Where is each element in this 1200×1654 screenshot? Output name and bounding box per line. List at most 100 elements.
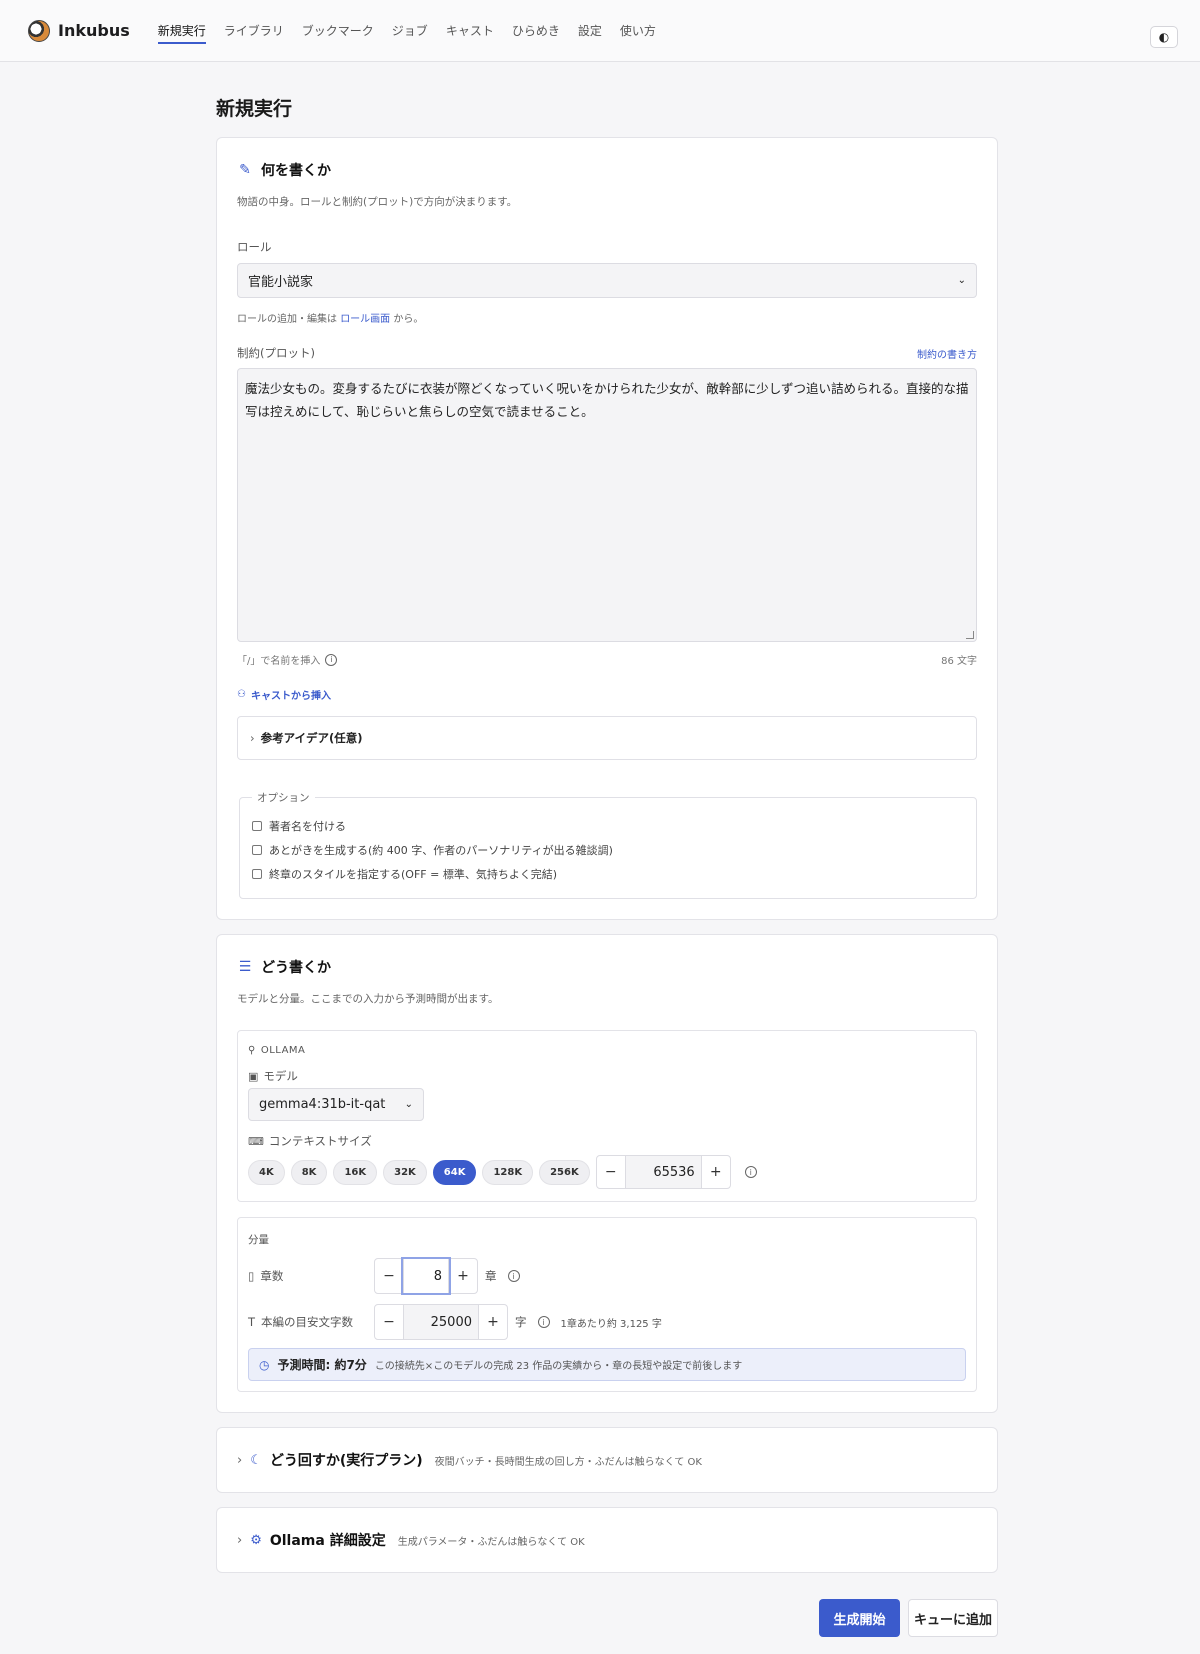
volume-box: 分量 ▯ 章数 − 8 + 章 i T 本編の目安文字数 − 25000 + 字… [237, 1217, 977, 1392]
chars-increment-button[interactable]: + [479, 1305, 507, 1339]
chapters-decrement-button[interactable]: − [375, 1259, 403, 1293]
top-bar: Inkubus 新規実行 ライブラリ ブックマーク ジョブ キャスト ひらめき … [0, 0, 1200, 62]
chip-icon: ▣ [248, 1069, 259, 1083]
nav-new-run[interactable]: 新規実行 [157, 0, 206, 62]
how-desc: モデルと分量。ここまでの入力から予測時間が出ます。 [237, 993, 499, 1005]
checkbox[interactable] [252, 821, 262, 831]
context-pill-4k[interactable]: 4K [248, 1159, 285, 1185]
start-generation-button[interactable]: 生成開始 [819, 1599, 900, 1637]
constraint-label: 制約(プロット) [237, 346, 315, 360]
what-desc: 物語の中身。ロールと制約(プロット)で方向が決まります。 [237, 196, 518, 208]
nav-ideas[interactable]: ひらめき [512, 0, 560, 62]
estimate-time: 予測時間: 約7分 [277, 1358, 367, 1372]
textarea-footer: 「/」で名前を挿入 i 86 文字 [237, 652, 977, 667]
add-to-queue-button[interactable]: キューに追加 [908, 1599, 998, 1637]
chevron-right-icon: › [237, 1452, 243, 1468]
cast-insert-label: キャストから挿入 [250, 691, 331, 702]
info-icon[interactable]: i [507, 1270, 520, 1282]
info-icon[interactable]: i [537, 1316, 550, 1328]
nav-jobs[interactable]: ジョブ [392, 0, 428, 62]
nav-settings[interactable]: 設定 [578, 0, 602, 62]
app-logo[interactable]: Inkubus [28, 19, 130, 42]
option-afterword[interactable]: あとがきを生成する(約 400 字、作者のパーソナリティが出る雑談調) [252, 838, 964, 862]
reference-ideas-label: 参考アイデア(任意) [260, 731, 363, 745]
how-card: ☰ どう書くか モデルと分量。ここまでの入力から予測時間が出ます。 ⚲ OLLA… [216, 934, 998, 1413]
option-author-name[interactable]: 著者名を付ける [252, 814, 964, 838]
role-hint-post: から。 [393, 314, 424, 325]
theme-toggle-button[interactable]: ◐ [1150, 26, 1178, 48]
volume-label: 分量 [248, 1234, 269, 1246]
options-legend: オプション [252, 790, 315, 805]
checkbox[interactable] [252, 845, 262, 855]
chevron-down-icon: ⌄ [404, 1099, 413, 1110]
context-pill-32k[interactable]: 32K [383, 1159, 427, 1185]
role-screen-link[interactable]: ロール画面 [340, 314, 390, 325]
chapters-unit: 章 [485, 1269, 497, 1283]
info-icon[interactable]: i [744, 1166, 757, 1178]
chapters-label: ▯ 章数 [248, 1268, 374, 1284]
cast-insert-button[interactable]: ⚇ キャストから挿入 [237, 687, 977, 702]
role-select[interactable]: 官能小説家 ⌄ [237, 263, 977, 298]
ollama-settings-sub: 生成パラメータ・ふだんは触らなくて OK [397, 1536, 585, 1548]
context-pill-128k[interactable]: 128K [482, 1159, 534, 1185]
option-final-style[interactable]: 終章のスタイルを指定する(OFF = 標準、気持ちよく完結) [252, 862, 964, 886]
app-name: Inkubus [58, 21, 130, 40]
chars-unit: 字 [515, 1315, 527, 1329]
role-hint: ロールの追加・編集は ロール画面 から。 [237, 310, 977, 325]
chapters-row: ▯ 章数 − 8 + 章 i [248, 1257, 966, 1295]
context-decrement-button[interactable]: − [597, 1156, 625, 1188]
chars-row: T 本編の目安文字数 − 25000 + 字 i 1章あたり約 3,125 字 [248, 1304, 966, 1340]
clock-icon: ◷ [259, 1357, 270, 1372]
ollama-settings-card[interactable]: › ⚙ Ollama 詳細設定 生成パラメータ・ふだんは触らなくて OK [216, 1507, 998, 1573]
nav-help[interactable]: 使い方 [620, 0, 656, 62]
run-plan-card[interactable]: › ☾ どう回すか(実行プラン) 夜間バッチ・長時間生成の回し方・ふだんは触らな… [216, 1427, 998, 1493]
run-plan-sub: 夜間バッチ・長時間生成の回し方・ふだんは触らなくて OK [434, 1456, 702, 1468]
option-label: 著者名を付ける [269, 820, 346, 833]
context-pill-8k[interactable]: 8K [290, 1159, 328, 1185]
constraint-help-link[interactable]: 制約の書き方 [917, 346, 977, 361]
chapters-label-text: 章数 [260, 1269, 284, 1283]
chars-decrement-button[interactable]: − [375, 1305, 403, 1339]
context-pill-16k[interactable]: 16K [333, 1159, 378, 1185]
info-icon[interactable]: i [325, 653, 338, 666]
context-increment-button[interactable]: + [702, 1156, 730, 1188]
ollama-settings-title: Ollama 詳細設定 [269, 1533, 386, 1549]
how-title: どう書くか [261, 960, 331, 976]
provider-label: ⚲ OLLAMA [248, 1045, 966, 1056]
checkbox[interactable] [252, 869, 262, 879]
nav-bookmarks[interactable]: ブックマーク [302, 0, 374, 62]
chapters-stepper: − 8 + [374, 1257, 478, 1295]
context-row: 4K 8K 16K 32K 64K 128K 256K − 65536 + i [248, 1155, 966, 1189]
constraint-textarea[interactable]: 魔法少女もの。変身するたびに衣装が際どくなっていく呪いをかけられた少女が、敵幹部… [237, 368, 977, 642]
pencil-icon: ✎ [239, 162, 251, 178]
role-select-value: 官能小説家 [248, 275, 314, 290]
nav-cast[interactable]: キャスト [446, 0, 494, 62]
nav-library[interactable]: ライブラリ [224, 0, 284, 62]
model-label: ▣ モデル [248, 1068, 966, 1084]
model-label-text: モデル [263, 1069, 298, 1083]
chapters-increment-button[interactable]: + [449, 1259, 477, 1293]
chapters-input[interactable]: 8 [401, 1257, 451, 1295]
reference-ideas-toggle[interactable]: › 参考アイデア(任意) [237, 716, 977, 760]
context-label-text: コンテキストサイズ [268, 1134, 372, 1148]
role-hint-pre: ロールの追加・編集は [237, 314, 337, 325]
model-select[interactable]: gemma4:31b-it-qat ⌄ [248, 1088, 424, 1121]
estimate-note: この接続先×このモデルの完成 23 作品の実績から・章の長短や設定で前後します [374, 1361, 743, 1372]
model-box: ⚲ OLLAMA ▣ モデル gemma4:31b-it-qat ⌄ ⌨ コンテ… [237, 1030, 977, 1202]
provider-name: OLLAMA [260, 1045, 306, 1056]
chars-input[interactable]: 25000 [403, 1305, 479, 1339]
page-title: 新規実行 [216, 98, 293, 120]
context-pill-64k[interactable]: 64K [432, 1159, 477, 1185]
run-plan-title: どう回すか(実行プラン) [269, 1453, 423, 1469]
keyboard-icon: ⌨ [248, 1134, 264, 1148]
main-content: 新規実行 ✎ 何を書くか 物語の中身。ロールと制約(プロット)で方向が決まります… [216, 94, 998, 1637]
main-nav: 新規実行 ライブラリ ブックマーク ジョブ キャスト ひらめき 設定 使い方 [157, 0, 656, 62]
model-select-value: gemma4:31b-it-qat [259, 1097, 386, 1112]
ollama-icon: ⚲ [248, 1045, 256, 1056]
context-value-input[interactable]: 65536 [624, 1156, 702, 1188]
context-pill-256k[interactable]: 256K [539, 1159, 590, 1185]
per-chapter-hint: 1章あたり約 3,125 字 [560, 1318, 662, 1330]
chars-label: T 本編の目安文字数 [248, 1314, 374, 1330]
resize-handle[interactable] [966, 631, 974, 639]
settings-sliders-icon: ⚙ [250, 1532, 262, 1548]
